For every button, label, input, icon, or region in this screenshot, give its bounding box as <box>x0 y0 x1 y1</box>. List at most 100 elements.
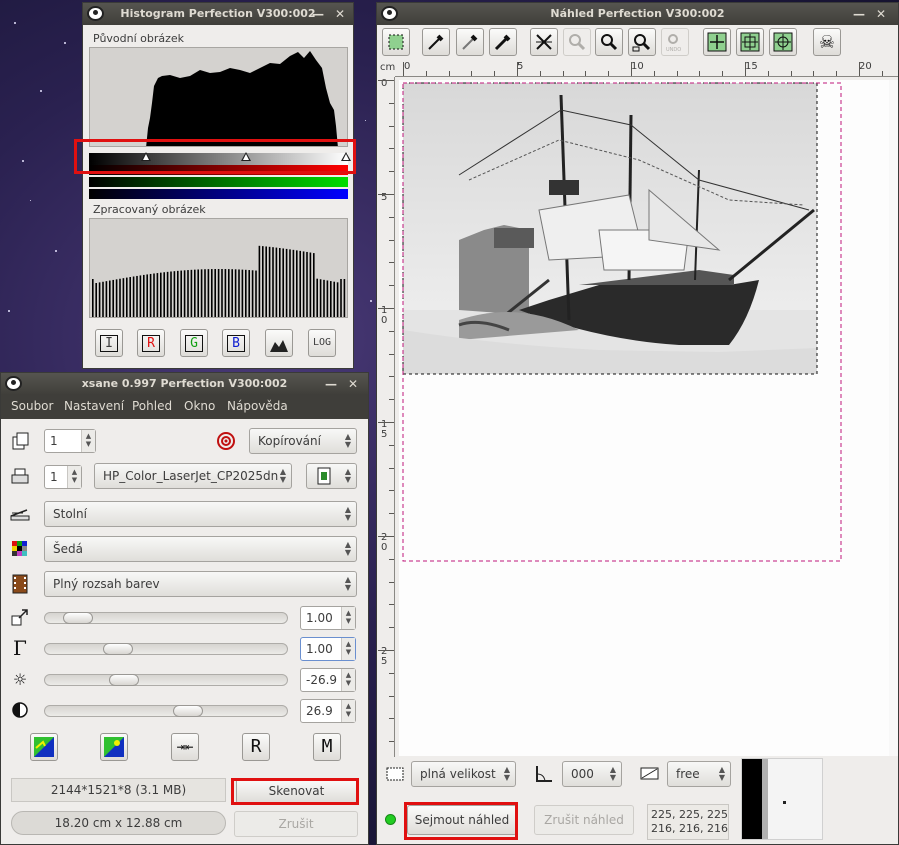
close-button[interactable]: ✕ <box>872 6 890 22</box>
auto-area-button[interactable] <box>736 28 764 56</box>
histogram-bar <box>170 271 172 317</box>
minimize-button[interactable]: — <box>850 6 868 22</box>
brightness-slider[interactable] <box>44 674 288 686</box>
resolution-slider[interactable] <box>44 612 288 624</box>
histogram-bar <box>319 279 322 317</box>
histogram-bar <box>95 283 97 317</box>
histogram-pixel-icon <box>270 340 288 352</box>
ruler-tick <box>767 71 769 76</box>
close-button[interactable]: ✕ <box>344 376 362 392</box>
pick-black-button[interactable] <box>489 28 517 56</box>
histogram-titlebar[interactable]: Histogram Perfection V300:002 — ✕ <box>83 3 353 25</box>
brightness-input[interactable]: -26.9 ▲ ▼ <box>300 668 356 692</box>
menu-nastaveni[interactable]: Nastavení <box>64 399 124 413</box>
histogram-bar <box>265 246 267 317</box>
blue-button[interactable]: B <box>222 329 250 357</box>
color-mode-combo[interactable]: Šedá ▲ ▼ <box>44 536 357 562</box>
gamma-input[interactable]: 1.00 ▲ ▼ <box>300 637 356 661</box>
acquire-preview-button[interactable]: Sejmout náhled <box>407 805 517 835</box>
close-button[interactable]: ✕ <box>331 6 349 22</box>
pixel-button[interactable] <box>265 329 293 357</box>
xsane-eye-icon <box>381 6 398 21</box>
menu-okno[interactable]: Okno <box>184 399 215 413</box>
cancel-preview-button[interactable]: Zrušit náhled <box>534 805 634 835</box>
cancel-button[interactable]: Zrušit <box>234 811 358 837</box>
input-gradient-slider[interactable] <box>89 152 351 165</box>
original-image-label: Původní obrázek <box>93 32 185 45</box>
zoom-selection-button[interactable] <box>628 28 656 56</box>
histogram-bar <box>306 251 308 317</box>
white-point-marker[interactable] <box>341 152 351 161</box>
processed-image-label: Zpracovaný obrázek <box>93 203 206 216</box>
contrast-slider[interactable] <box>44 705 288 717</box>
pick-white-button[interactable] <box>422 28 450 56</box>
preview-size-combo[interactable]: plná velikost ▲ ▼ <box>411 761 516 787</box>
minimize-button[interactable]: — <box>322 376 340 392</box>
resolution-input[interactable]: 1.00 ▲ ▼ <box>300 606 356 630</box>
zoom-undo-button[interactable]: UNDO <box>661 28 689 56</box>
default-enhance-button[interactable] <box>100 733 128 761</box>
store-enhance-button[interactable]: M <box>313 733 341 761</box>
printer-icon <box>9 466 31 488</box>
preview-titlebar[interactable]: Náhled Perfection V300:002 — ✕ <box>377 3 898 25</box>
xsane-main-window: xsane 0.997 Perfection V300:002 — ✕ Soub… <box>0 372 369 845</box>
histogram-bar <box>248 270 250 317</box>
select-area-button[interactable] <box>382 28 410 56</box>
xsane-titlebar[interactable]: xsane 0.997 Perfection V300:002 — ✕ <box>1 373 368 395</box>
slider-knob[interactable] <box>109 674 139 686</box>
contrast-icon <box>9 699 31 721</box>
pick-gray-button[interactable] <box>456 28 484 56</box>
zoom-out-button[interactable] <box>563 28 591 56</box>
film-combo[interactable]: Plný rozsah barev ▲ ▼ <box>44 571 357 597</box>
intensity-button[interactable]: I <box>95 329 123 357</box>
ruler-tick <box>699 71 701 76</box>
printer-options-combo[interactable]: ▲ ▼ <box>306 463 357 489</box>
set-enhance-button[interactable]: ⇥⇤ <box>171 733 199 761</box>
full-area-button[interactable] <box>703 28 731 56</box>
delete-images-button[interactable]: ☠ <box>813 28 841 56</box>
scan-button[interactable]: Skenovat <box>236 778 357 804</box>
histogram-bar <box>268 246 271 317</box>
slider-knob[interactable] <box>103 643 133 655</box>
auto-enhance-button[interactable] <box>30 733 58 761</box>
autoselect-off-button[interactable] <box>530 28 558 56</box>
eyedropper-black-icon <box>494 34 511 51</box>
red-button[interactable]: R <box>137 329 165 357</box>
source-combo[interactable]: Stolní ▲ ▼ <box>44 501 357 527</box>
green-button[interactable]: G <box>180 329 208 357</box>
ruler-tick <box>790 71 792 76</box>
gamma-icon: Γ <box>13 636 27 660</box>
zoom-in-button[interactable] <box>595 28 623 56</box>
contrast-input[interactable]: 26.9 ▲ ▼ <box>300 699 356 723</box>
ratio-combo[interactable]: free ▲ ▼ <box>667 761 731 787</box>
vertical-scrollbar[interactable] <box>889 80 898 756</box>
ruler-tick <box>389 125 394 127</box>
slider-knob[interactable] <box>63 612 93 624</box>
xsane-eye-icon <box>87 6 104 21</box>
ruler-tick <box>608 71 610 76</box>
black-point-marker[interactable] <box>141 152 151 161</box>
gamma-slider[interactable] <box>44 643 288 655</box>
ruler-tick <box>631 62 632 76</box>
printer-copies-spinner[interactable]: 1 ▲ ▼ <box>44 465 82 489</box>
preview-canvas[interactable] <box>399 80 893 756</box>
mode-combo[interactable]: Kopírování ▲ ▼ <box>249 428 357 454</box>
autoselect-cross-icon <box>536 34 552 50</box>
ruler-tick <box>389 444 394 446</box>
dual-area-button[interactable] <box>769 28 797 56</box>
gray-point-marker[interactable] <box>241 152 251 161</box>
menu-napoveda[interactable]: Nápověda <box>227 399 288 413</box>
ruler-tick <box>378 422 394 423</box>
copies-spinner[interactable]: 1 ▲ ▼ <box>44 429 96 453</box>
menu-pohled[interactable]: Pohled <box>132 399 172 413</box>
printer-combo[interactable]: HP_Color_LaserJet_CP2025dn ▲ ▼ <box>94 463 292 489</box>
slider-knob[interactable] <box>173 705 203 717</box>
log-button[interactable]: LOG <box>308 329 336 357</box>
minimize-button[interactable]: — <box>309 6 327 22</box>
ruler-tick <box>585 71 587 76</box>
restore-enhance-button[interactable]: R <box>242 733 270 761</box>
histogram-bar <box>98 282 101 317</box>
menu-soubor[interactable]: Soubor <box>11 399 53 413</box>
rotation-combo[interactable]: 000 ▲ ▼ <box>562 761 622 787</box>
ruler-tick <box>389 513 394 515</box>
